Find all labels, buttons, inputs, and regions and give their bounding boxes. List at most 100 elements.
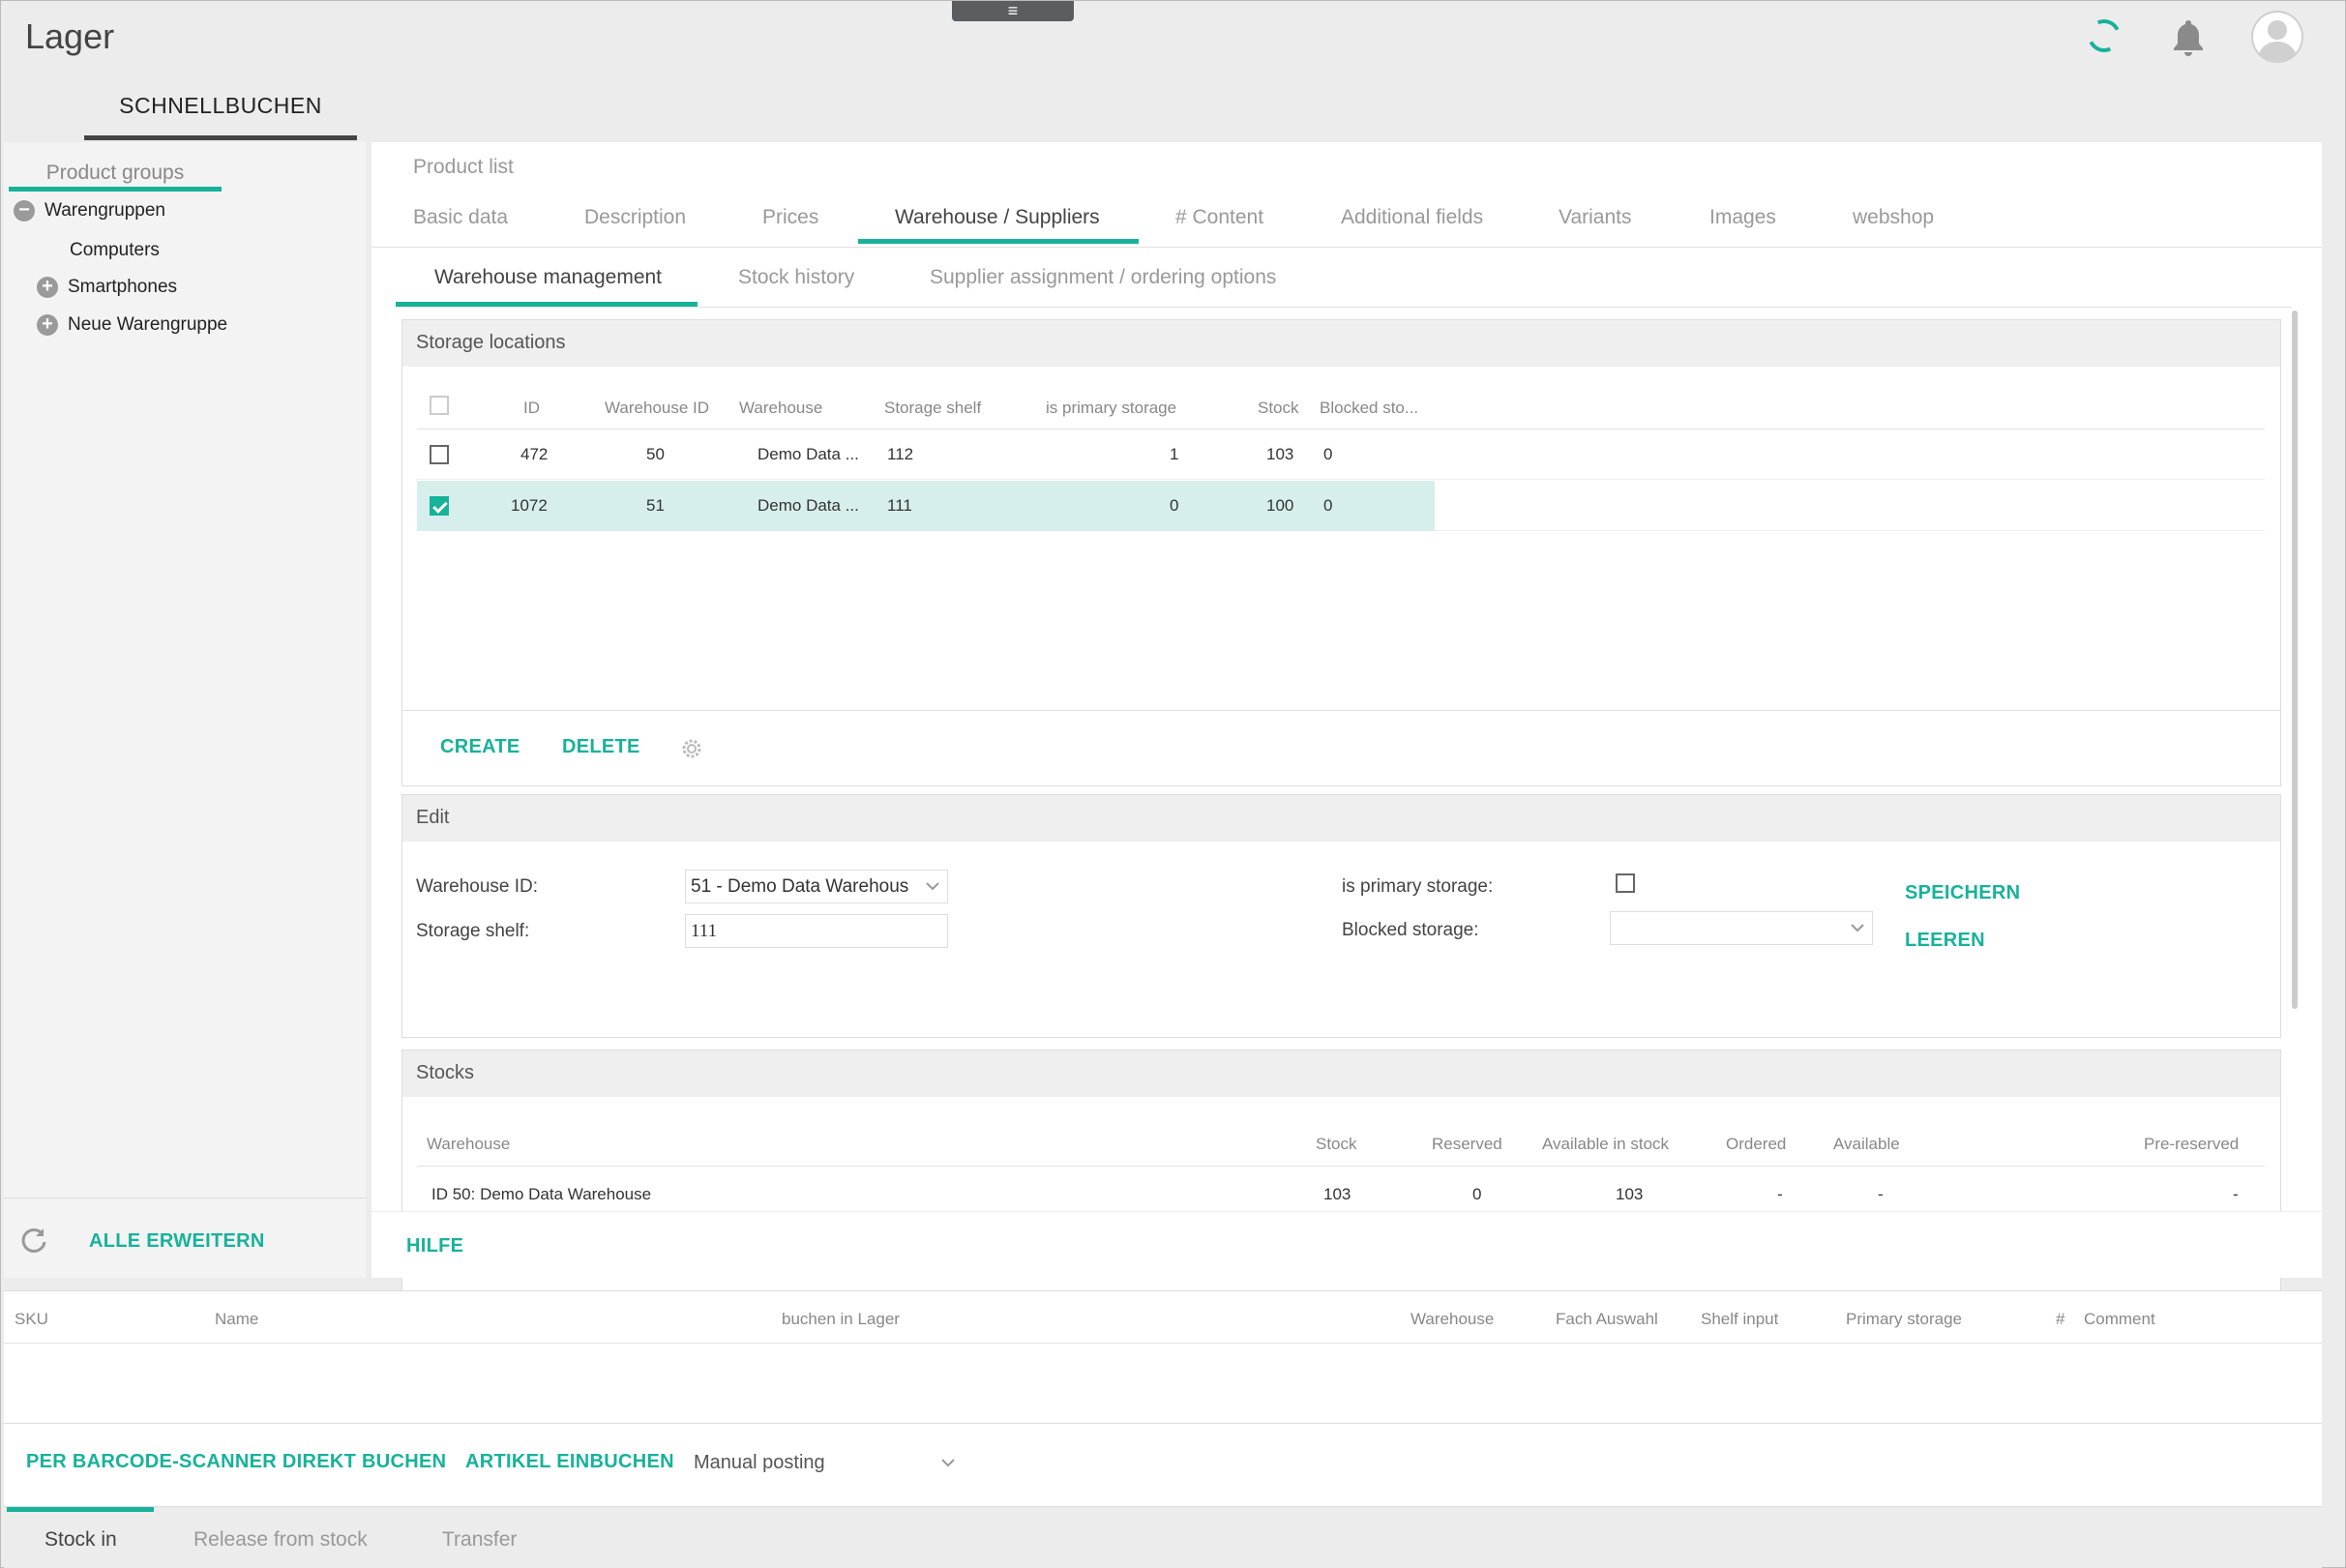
warehouse-id-value: 51 - Demo Data Warehous xyxy=(691,876,909,897)
table-row[interactable]: 472 50 Demo Data ... 112 1 103 0 xyxy=(417,429,2265,480)
column-header-available[interactable]: Available xyxy=(1833,1135,1900,1154)
column-header-stock[interactable]: Stock xyxy=(1316,1135,1357,1154)
storage-locations-section: Storage locations ID Warehouse ID Wareho… xyxy=(401,319,2281,786)
primary-storage-checkbox[interactable] xyxy=(1616,873,1635,893)
expand-icon[interactable]: + xyxy=(37,314,58,336)
active-tab-indicator xyxy=(858,239,1139,244)
bottom-tab-bar: Stock in Release from stock Transfer xyxy=(4,1506,2322,1568)
cell-available-in-stock: 103 xyxy=(1616,1185,1644,1203)
column-header-id[interactable]: ID xyxy=(523,399,540,418)
tab-basic-data[interactable]: Basic data xyxy=(413,206,508,229)
cell-warehouse: Demo Data ... xyxy=(757,445,859,463)
tree-item-label: Neue Warengruppe xyxy=(68,314,228,335)
divider xyxy=(396,307,2292,308)
select-all-checkbox[interactable] xyxy=(430,396,449,415)
clear-button[interactable]: LEEREN xyxy=(1905,930,1985,952)
storage-shelf-input[interactable]: 111 xyxy=(685,914,948,948)
tab-content[interactable]: # Content xyxy=(1175,206,1263,229)
barcode-booking-button[interactable]: PER BARCODE-SCANNER DIREKT BUCHEN xyxy=(26,1451,446,1473)
column-header-primary-storage[interactable]: is primary storage xyxy=(1046,399,1176,418)
blocked-storage-select[interactable] xyxy=(1610,911,1873,945)
tab-warehouse-management[interactable]: Warehouse management xyxy=(434,266,662,289)
tab-supplier-assignment[interactable]: Supplier assignment / ordering options xyxy=(930,266,1276,289)
tab-stock-history[interactable]: Stock history xyxy=(738,266,854,289)
loading-spinner-icon xyxy=(2083,15,2125,57)
scrollbar[interactable] xyxy=(2292,311,2298,1009)
cell-id: 1072 xyxy=(511,496,548,515)
column-header-warehouse[interactable]: Warehouse xyxy=(427,1135,510,1154)
tab-transfer[interactable]: Transfer xyxy=(442,1528,517,1552)
tab-schnellbuchen[interactable]: SCHNELLBUCHEN xyxy=(84,63,357,140)
chevron-down-icon xyxy=(926,882,939,891)
tab-product-groups[interactable]: Product groups xyxy=(9,148,222,192)
column-header-comment[interactable]: Comment xyxy=(2084,1310,2155,1329)
warehouse-id-label: Warehouse ID: xyxy=(416,876,539,897)
posting-mode-select[interactable]: Manual posting xyxy=(694,1447,955,1480)
bell-icon[interactable] xyxy=(2171,18,2206,57)
tab-warehouse-suppliers[interactable]: Warehouse / Suppliers xyxy=(895,206,1100,229)
column-header-primary-storage[interactable]: Primary storage xyxy=(1846,1310,1962,1329)
tree-item-smartphones[interactable]: + Smartphones xyxy=(37,277,177,298)
cell-warehouse: Demo Data ... xyxy=(757,496,859,515)
tab-webshop[interactable]: webshop xyxy=(1853,206,1934,229)
storage-shelf-label: Storage shelf: xyxy=(416,921,530,941)
column-header-storage-shelf[interactable]: Storage shelf xyxy=(884,399,981,418)
column-header-name[interactable]: Name xyxy=(215,1310,258,1329)
row-checkbox[interactable] xyxy=(430,496,449,516)
product-list-title: Product list xyxy=(413,156,514,178)
cell-primary-storage: 0 xyxy=(1170,496,1179,515)
cell-storage-shelf: 112 xyxy=(887,445,914,463)
column-header-book-in-warehouse[interactable]: buchen in Lager xyxy=(782,1310,900,1329)
column-header-shelf-input[interactable]: Shelf input xyxy=(1701,1310,1778,1329)
column-header-warehouse[interactable]: Warehouse xyxy=(1411,1310,1494,1329)
tab-additional-fields[interactable]: Additional fields xyxy=(1341,206,1483,229)
column-header-available-in-stock[interactable]: Available in stock xyxy=(1542,1135,1669,1154)
column-header-reserved[interactable]: Reserved xyxy=(1432,1135,1502,1154)
delete-button[interactable]: DELETE xyxy=(562,736,640,758)
book-in-article-button[interactable]: ARTIKEL EINBUCHEN xyxy=(465,1451,674,1473)
cell-pre-reserved: - xyxy=(2233,1185,2239,1203)
column-header-stock[interactable]: Stock xyxy=(1258,399,1299,418)
tab-images[interactable]: Images xyxy=(1709,206,1776,229)
expand-all-button[interactable]: ALLE ERWEITERN xyxy=(89,1230,265,1253)
create-button[interactable]: CREATE xyxy=(440,736,520,758)
tab-variants[interactable]: Variants xyxy=(1559,206,1631,229)
table-row[interactable]: ID 50: Demo Data Warehouse 103 0 103 - -… xyxy=(417,1167,2265,1209)
chevron-down-icon xyxy=(941,1459,955,1467)
cell-warehouse-id: 51 xyxy=(646,496,665,515)
column-header-number[interactable]: # xyxy=(2056,1310,2064,1329)
column-header-sku[interactable]: SKU xyxy=(15,1310,48,1329)
refresh-icon[interactable] xyxy=(19,1226,48,1255)
row-checkbox[interactable] xyxy=(430,445,449,464)
user-avatar-icon[interactable] xyxy=(2251,11,2303,63)
tab-stock-in[interactable]: Stock in xyxy=(45,1528,117,1552)
tab-prices[interactable]: Prices xyxy=(762,206,818,229)
cell-stock: 103 xyxy=(1323,1185,1351,1203)
cell-warehouse-id: 50 xyxy=(646,445,665,463)
column-header-ordered[interactable]: Ordered xyxy=(1726,1135,1786,1154)
save-button[interactable]: SPEICHERN xyxy=(1905,882,2020,904)
booking-actions-bar: PER BARCODE-SCANNER DIREKT BUCHEN ARTIKE… xyxy=(4,1424,2322,1506)
cell-blocked-storage: 0 xyxy=(1323,496,1333,515)
expand-icon[interactable]: + xyxy=(37,277,58,298)
column-header-warehouse-id[interactable]: Warehouse ID xyxy=(605,399,709,418)
table-row[interactable]: 1072 51 Demo Data ... 111 0 100 0 xyxy=(417,481,2265,531)
tab-description[interactable]: Description xyxy=(584,206,686,229)
tab-release-from-stock[interactable]: Release from stock xyxy=(193,1528,368,1552)
column-header-blocked-storage[interactable]: Blocked sto... xyxy=(1320,399,1418,418)
tree-item-computers[interactable]: Computers xyxy=(70,240,160,261)
tree-item-neue-warengruppe[interactable]: + Neue Warengruppe xyxy=(37,314,227,336)
cell-ordered: - xyxy=(1777,1185,1783,1203)
menu-handle-icon[interactable]: ≡ xyxy=(952,1,1074,21)
help-button[interactable]: HILFE xyxy=(406,1235,463,1257)
tree-item-warengruppen[interactable]: − Warengruppen xyxy=(14,200,165,222)
cell-available: - xyxy=(1878,1185,1884,1203)
warehouse-id-select[interactable]: 51 - Demo Data Warehous xyxy=(685,870,948,903)
collapse-icon[interactable]: − xyxy=(14,200,35,222)
column-header-pre-reserved[interactable]: Pre-reserved xyxy=(2144,1135,2239,1154)
cell-stock: 100 xyxy=(1266,496,1294,515)
tree-item-label: Warengruppen xyxy=(45,200,165,221)
settings-gear-icon[interactable] xyxy=(680,737,703,760)
column-header-warehouse[interactable]: Warehouse xyxy=(739,399,822,418)
column-header-bin-selection[interactable]: Fach Auswahl xyxy=(1556,1310,1658,1329)
